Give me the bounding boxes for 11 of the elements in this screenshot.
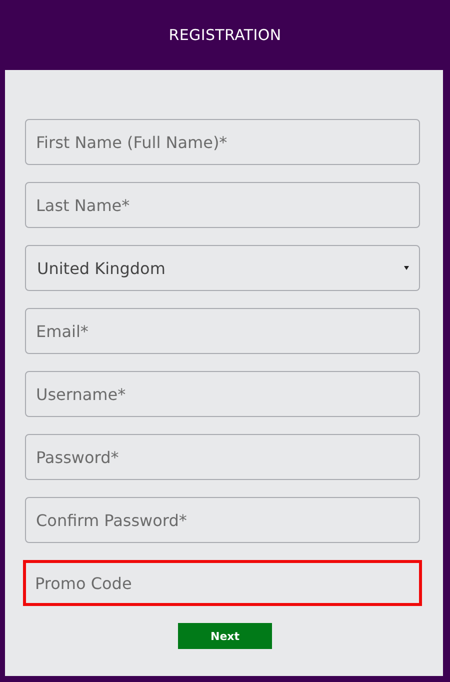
caret-icon: [404, 266, 409, 270]
input-field[interactable]: Password*: [25, 434, 420, 480]
input-field[interactable]: Email*: [25, 308, 420, 354]
input-field[interactable]: Username*: [25, 371, 420, 417]
input-field[interactable]: Last Name*: [25, 182, 420, 228]
input-field[interactable]: First Name (Full Name)*: [25, 119, 420, 165]
country-select[interactable]: United Kingdom: [25, 245, 420, 291]
page-title: REGISTRATION: [168, 26, 282, 44]
highlighted-input-field[interactable]: Promo Code: [23, 560, 422, 606]
next-button[interactable]: Next: [178, 623, 272, 649]
input-field[interactable]: Confirm Password*: [25, 497, 420, 543]
